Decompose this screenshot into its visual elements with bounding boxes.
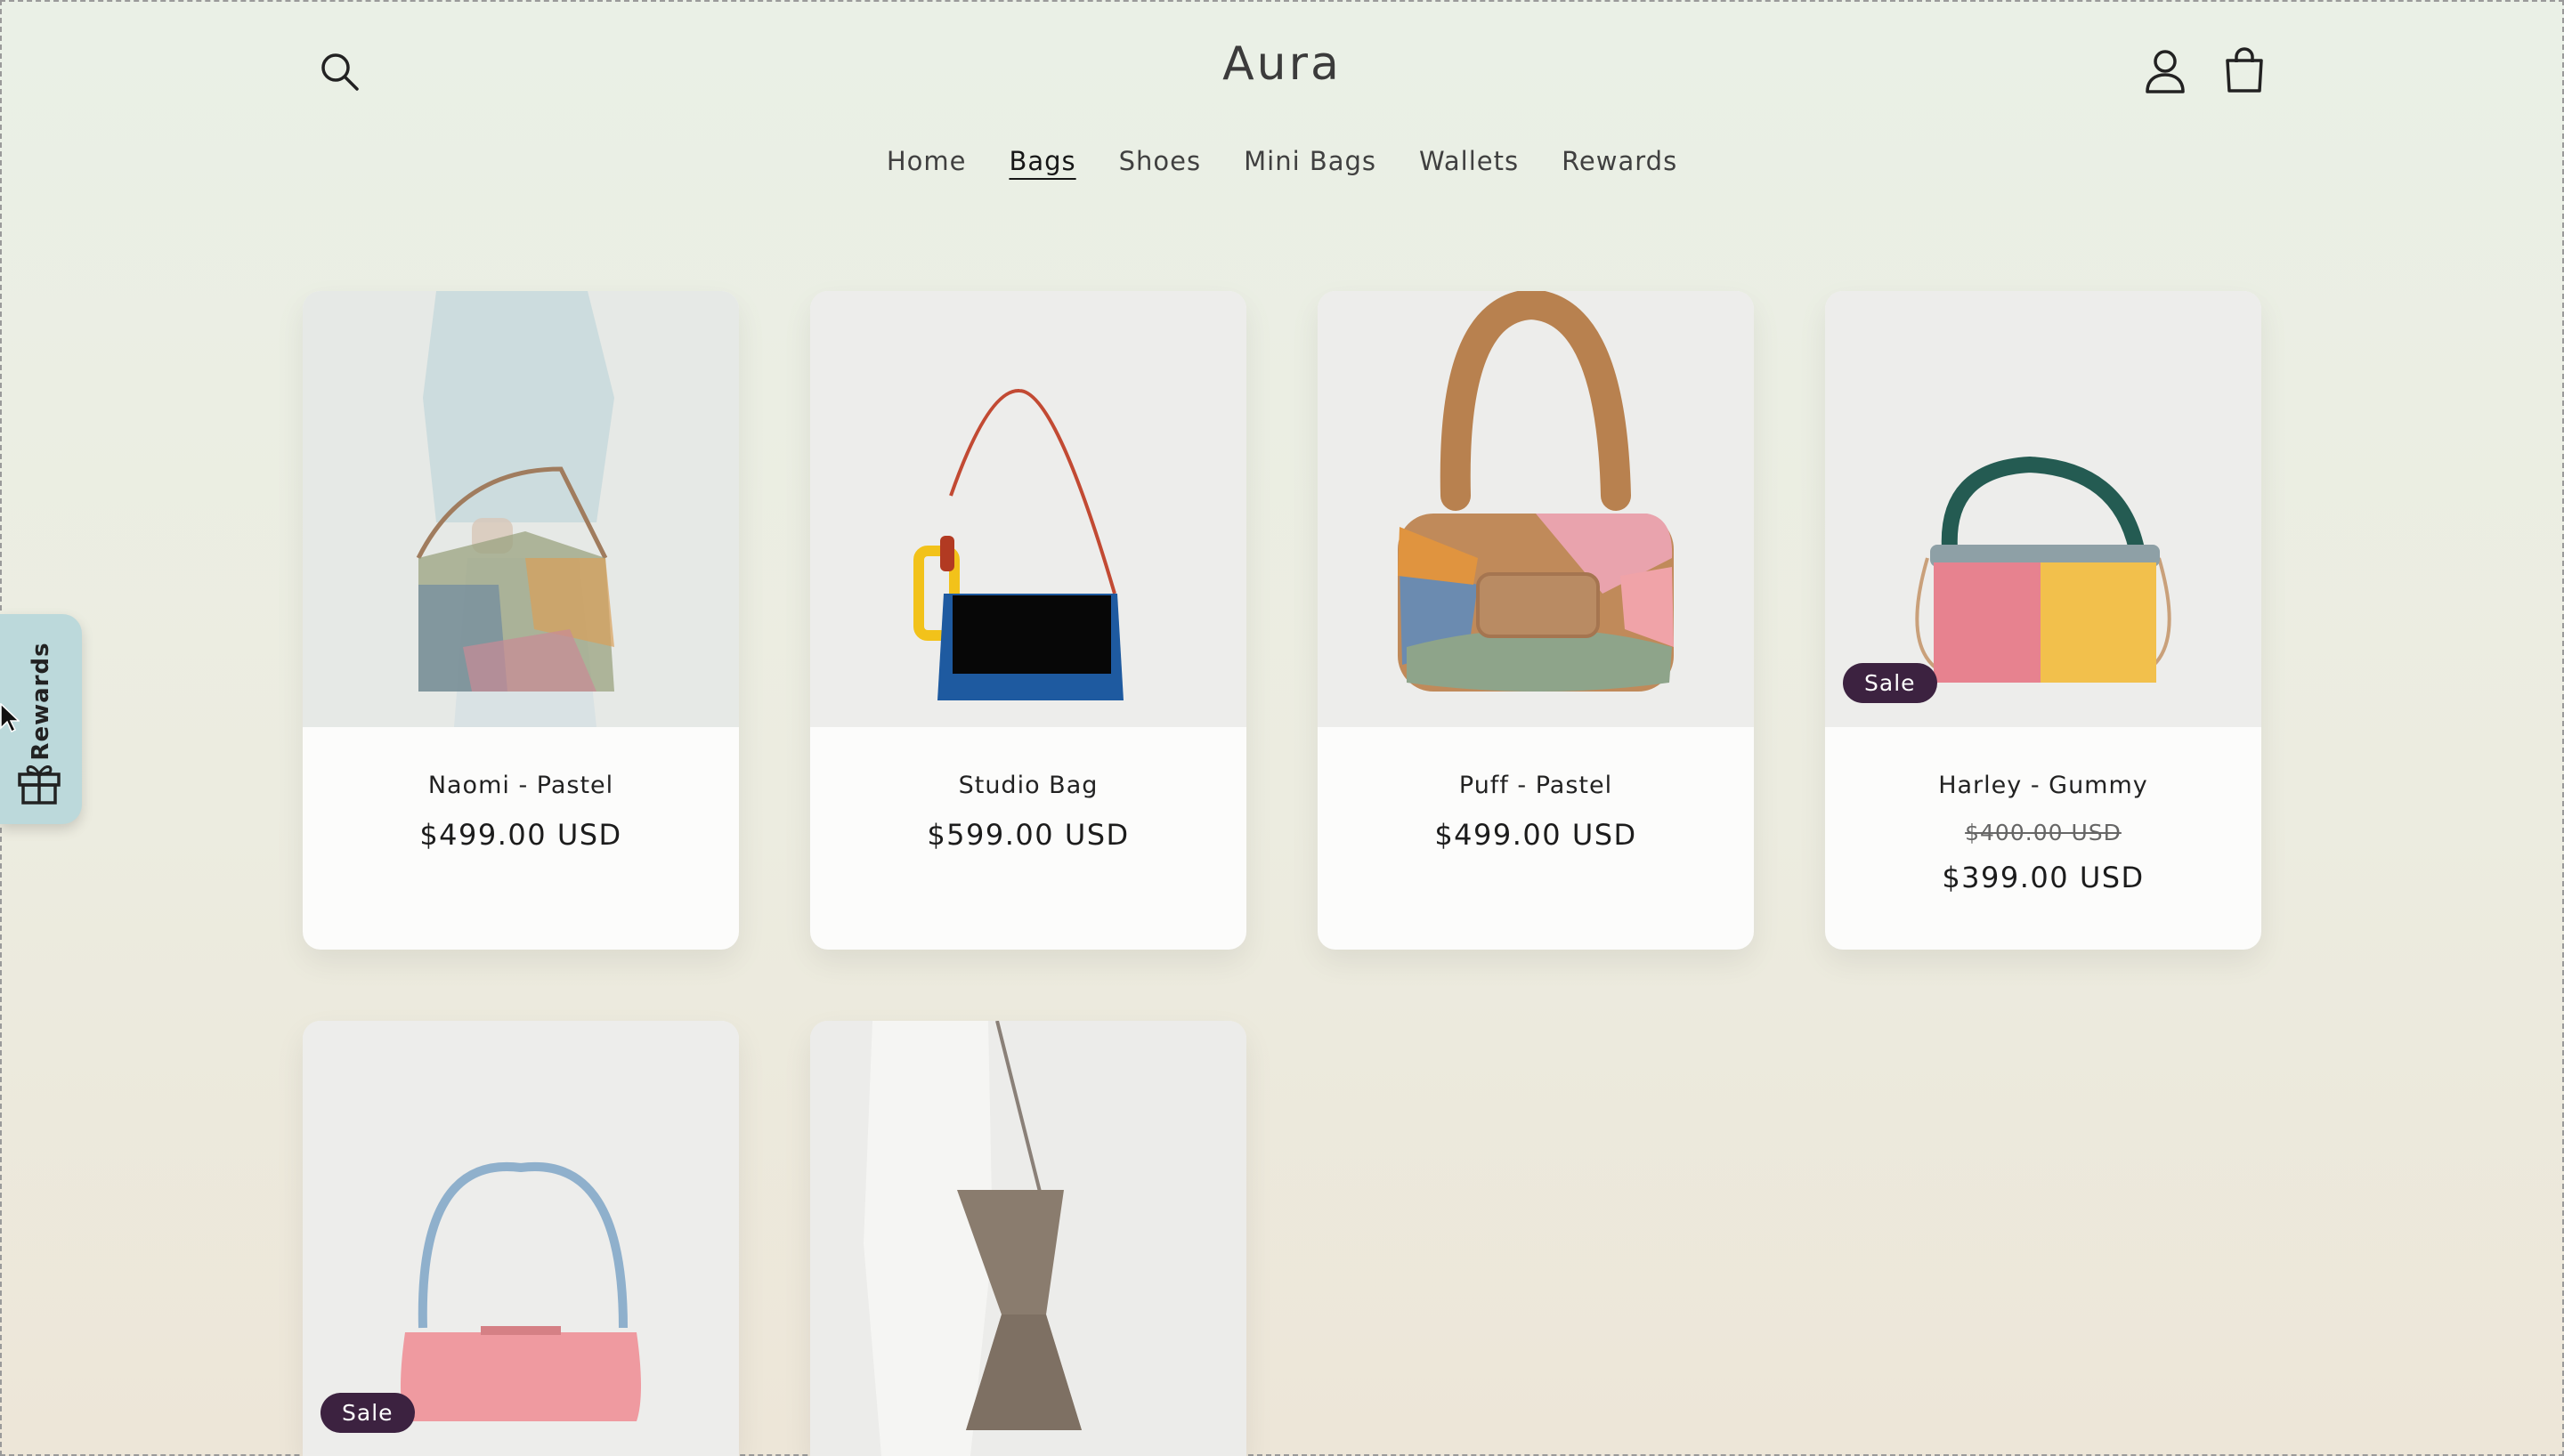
product-card-naomi-pastel[interactable]: Naomi - Pastel $499.00 USD (303, 291, 739, 950)
product-price: $499.00 USD (1434, 818, 1637, 852)
product-price: $499.00 USD (419, 818, 622, 852)
compare-at-price: $400.00 USD (1965, 820, 2122, 845)
cart-icon[interactable] (2222, 46, 2267, 94)
product-image[interactable] (1318, 291, 1754, 727)
product-price: $399.00 USD (1942, 861, 2145, 894)
nav-item-rewards[interactable]: Rewards (1540, 146, 1699, 176)
main-navigation: Home Bags Shoes Mini Bags Wallets Reward… (0, 146, 2564, 176)
nav-item-shoes[interactable]: Shoes (1098, 146, 1222, 176)
product-card-tote[interactable] (810, 1021, 1246, 1456)
product-title[interactable]: Studio Bag (810, 772, 1246, 799)
product-image[interactable]: Sale (303, 1021, 739, 1456)
product-card-puff-pastel[interactable]: Puff - Pastel $499.00 USD (1318, 291, 1754, 950)
site-header: Aura Home Bags Shoes Mini Bags Wallets R… (0, 0, 2564, 240)
sale-badge: Sale (320, 1393, 415, 1433)
nav-item-home[interactable]: Home (865, 146, 988, 176)
product-photo-harley (1825, 291, 2261, 727)
product-image[interactable] (303, 291, 739, 727)
nav-item-bags[interactable]: Bags (987, 146, 1097, 176)
product-photo-tote (810, 1021, 1246, 1456)
nav-item-mini-bags[interactable]: Mini Bags (1222, 146, 1398, 176)
sale-badge: Sale (1843, 663, 1937, 703)
product-image[interactable] (810, 291, 1246, 727)
product-card-harley-gummy[interactable]: Sale Harley - Gummy $400.00 USD $399.00 … (1825, 291, 2261, 950)
nav-item-wallets[interactable]: Wallets (1398, 146, 1540, 176)
product-photo-puff (1318, 291, 1754, 727)
account-icon[interactable] (2144, 48, 2187, 94)
mouse-cursor-icon (0, 703, 20, 733)
product-price: $599.00 USD (927, 818, 1130, 852)
product-photo-pink-bag (303, 1021, 739, 1456)
product-photo-studio-bag (810, 291, 1246, 727)
product-title[interactable]: Naomi - Pastel (303, 772, 739, 799)
gift-icon (18, 765, 61, 805)
product-image[interactable] (810, 1021, 1246, 1456)
product-photo-naomi (303, 291, 739, 727)
product-title[interactable]: Harley - Gummy (1825, 772, 2261, 799)
product-card-sale[interactable]: Sale (303, 1021, 739, 1456)
product-card-studio-bag[interactable]: Studio Bag $599.00 USD (810, 291, 1246, 950)
product-image[interactable]: Sale (1825, 291, 2261, 727)
product-title[interactable]: Puff - Pastel (1318, 772, 1754, 799)
rewards-label: Rewards (28, 642, 54, 761)
